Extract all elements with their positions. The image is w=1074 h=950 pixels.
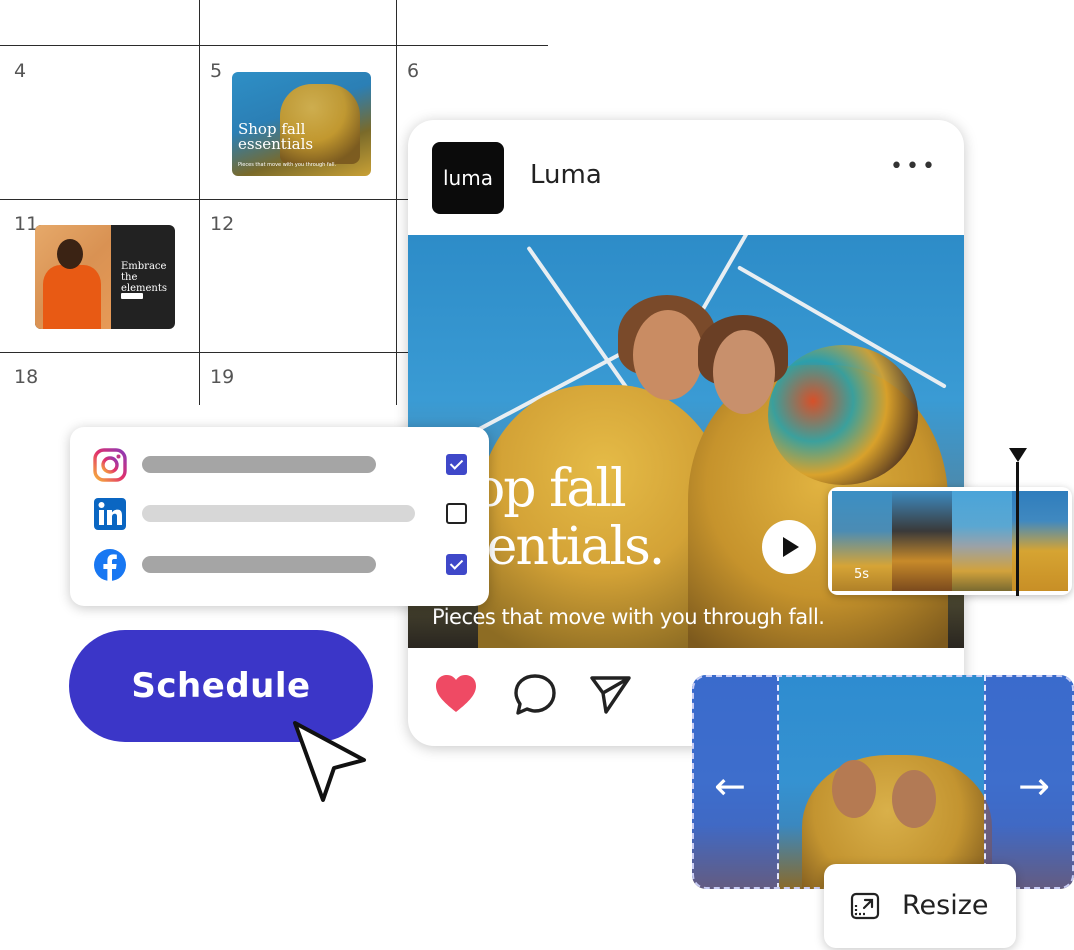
post-preview-card: luma Luma ••• op fall sentials. Pieces t… <box>408 120 964 746</box>
facebook-checkbox[interactable] <box>446 554 467 575</box>
timeline-frame[interactable] <box>1012 491 1068 591</box>
grid-line <box>396 0 397 405</box>
headline-line: sentials. <box>462 517 665 577</box>
calendar-day[interactable]: 4 <box>14 60 26 82</box>
heart-icon[interactable] <box>432 670 480 718</box>
send-icon[interactable] <box>586 670 634 718</box>
calendar-day[interactable]: 5 <box>210 60 222 82</box>
post-headline: op fall sentials. <box>462 459 665 576</box>
clip-duration: 5s <box>854 567 870 582</box>
model-face <box>713 330 775 414</box>
instagram-checkbox[interactable] <box>446 454 467 475</box>
arrow-left-icon[interactable]: ← <box>714 767 746 805</box>
thumbnail-cta <box>121 293 143 299</box>
thumbnail-headline: Embrace the elements <box>121 261 168 294</box>
thumbnail-headline: Shop fall essentials <box>238 120 314 153</box>
more-options-icon[interactable]: ••• <box>890 154 938 179</box>
account-name[interactable]: Luma <box>530 160 602 190</box>
timeline-frame[interactable] <box>892 491 952 591</box>
grid-line <box>199 0 200 405</box>
video-timeline[interactable]: 5s <box>828 487 1072 595</box>
fur-collar <box>768 345 918 485</box>
post-header: luma Luma ••• <box>408 120 964 235</box>
headline-line: op fall <box>474 459 627 519</box>
calendar-day[interactable]: 19 <box>210 366 234 388</box>
grid-line <box>0 352 408 353</box>
timeline-frame[interactable] <box>952 491 1012 591</box>
timeline-playhead[interactable] <box>1009 448 1027 596</box>
play-button[interactable] <box>762 520 816 574</box>
grid-line <box>0 45 548 46</box>
resize-button[interactable]: Resize <box>824 864 1016 948</box>
channel-account-placeholder <box>142 505 415 522</box>
scheduled-post-thumbnail[interactable]: Shop fall essentials Pieces that move wi… <box>232 72 371 176</box>
thumbnail-figure <box>43 265 101 329</box>
calendar-day[interactable]: 18 <box>14 366 38 388</box>
post-tagline: Pieces that move with you through fall. <box>432 605 825 629</box>
scheduled-post-thumbnail[interactable]: Embrace the elements <box>35 225 175 329</box>
comment-icon[interactable] <box>511 670 559 718</box>
timeline-frame[interactable]: 5s <box>832 491 892 591</box>
model-face <box>633 310 703 400</box>
resize-label: Resize <box>902 890 989 921</box>
playhead-line <box>1016 462 1019 596</box>
channel-account-placeholder <box>142 456 376 473</box>
channel-selector <box>70 427 489 606</box>
facebook-icon <box>94 549 126 581</box>
instagram-icon <box>93 448 127 482</box>
linkedin-icon <box>94 498 126 530</box>
crop-frame <box>692 675 1074 889</box>
playhead-marker-icon[interactable] <box>1009 448 1027 462</box>
channel-row-linkedin[interactable] <box>70 490 489 538</box>
calendar-day[interactable]: 12 <box>210 213 234 235</box>
thumbnail-subline: Pieces that move with you through fall. <box>238 162 337 168</box>
channel-row-instagram[interactable] <box>70 441 489 489</box>
avatar[interactable]: luma <box>432 142 504 214</box>
channel-account-placeholder <box>142 556 376 573</box>
play-icon <box>783 537 799 557</box>
resize-icon <box>850 892 880 920</box>
mouse-pointer-icon <box>293 721 366 802</box>
thumbnail-figure-head <box>57 239 83 269</box>
arrow-right-icon[interactable]: → <box>1018 767 1050 805</box>
calendar-day[interactable]: 6 <box>407 60 419 82</box>
channel-row-facebook[interactable] <box>70 541 489 589</box>
resize-crop-preview[interactable]: ← → <box>692 675 1074 889</box>
linkedin-checkbox[interactable] <box>446 503 467 524</box>
